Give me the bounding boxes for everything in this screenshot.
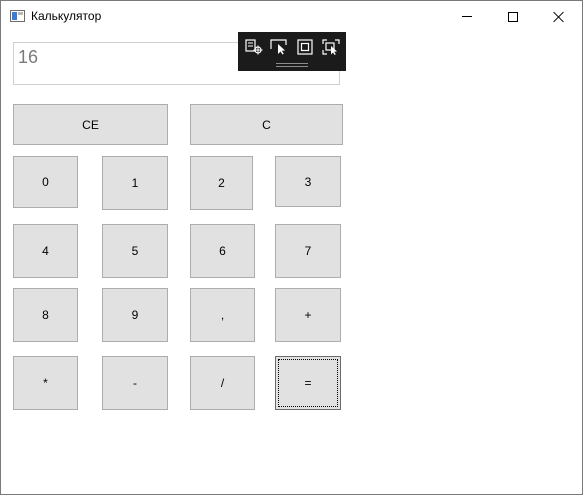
plus-button[interactable]: + xyxy=(275,288,341,342)
minimize-button[interactable] xyxy=(444,1,490,32)
clear-entry-button[interactable]: CE xyxy=(13,104,168,145)
digit-8-button[interactable]: 8 xyxy=(13,288,78,342)
toolbar-drag-handle[interactable] xyxy=(276,63,308,67)
display-layout-adorners-icon[interactable] xyxy=(296,39,314,55)
window-title: Калькулятор xyxy=(31,9,102,23)
close-button[interactable] xyxy=(536,1,582,32)
clear-button[interactable]: C xyxy=(190,104,343,145)
xaml-debug-toolbar xyxy=(238,32,346,71)
live-visual-tree-icon[interactable] xyxy=(245,39,263,55)
calculator-window: Калькулятор 16 CE C 0 1 2 3 4 5 6 7 8 9 … xyxy=(0,0,583,495)
minimize-icon xyxy=(462,16,472,17)
minus-button[interactable]: - xyxy=(102,356,168,410)
maximize-icon xyxy=(508,11,518,22)
calculator-app-icon xyxy=(10,10,25,22)
digit-5-button[interactable]: 5 xyxy=(102,224,168,278)
digit-9-button[interactable]: 9 xyxy=(102,288,168,342)
digit-2-button[interactable]: 2 xyxy=(190,156,253,210)
track-focus-icon[interactable] xyxy=(322,39,340,55)
maximize-button[interactable] xyxy=(490,1,536,32)
digit-7-button[interactable]: 7 xyxy=(275,224,341,278)
digit-6-button[interactable]: 6 xyxy=(190,224,255,278)
digit-4-button[interactable]: 4 xyxy=(13,224,78,278)
divide-button[interactable]: / xyxy=(190,356,255,410)
digit-0-button[interactable]: 0 xyxy=(13,156,78,208)
select-element-icon[interactable] xyxy=(270,39,288,55)
multiply-button[interactable]: * xyxy=(13,356,78,410)
title-bar[interactable]: Калькулятор xyxy=(1,1,582,32)
close-icon xyxy=(553,11,565,23)
digit-3-button[interactable]: 3 xyxy=(275,156,341,207)
digit-1-button[interactable]: 1 xyxy=(102,156,168,210)
comma-button[interactable]: , xyxy=(190,288,255,342)
equals-button[interactable]: = xyxy=(275,356,341,410)
